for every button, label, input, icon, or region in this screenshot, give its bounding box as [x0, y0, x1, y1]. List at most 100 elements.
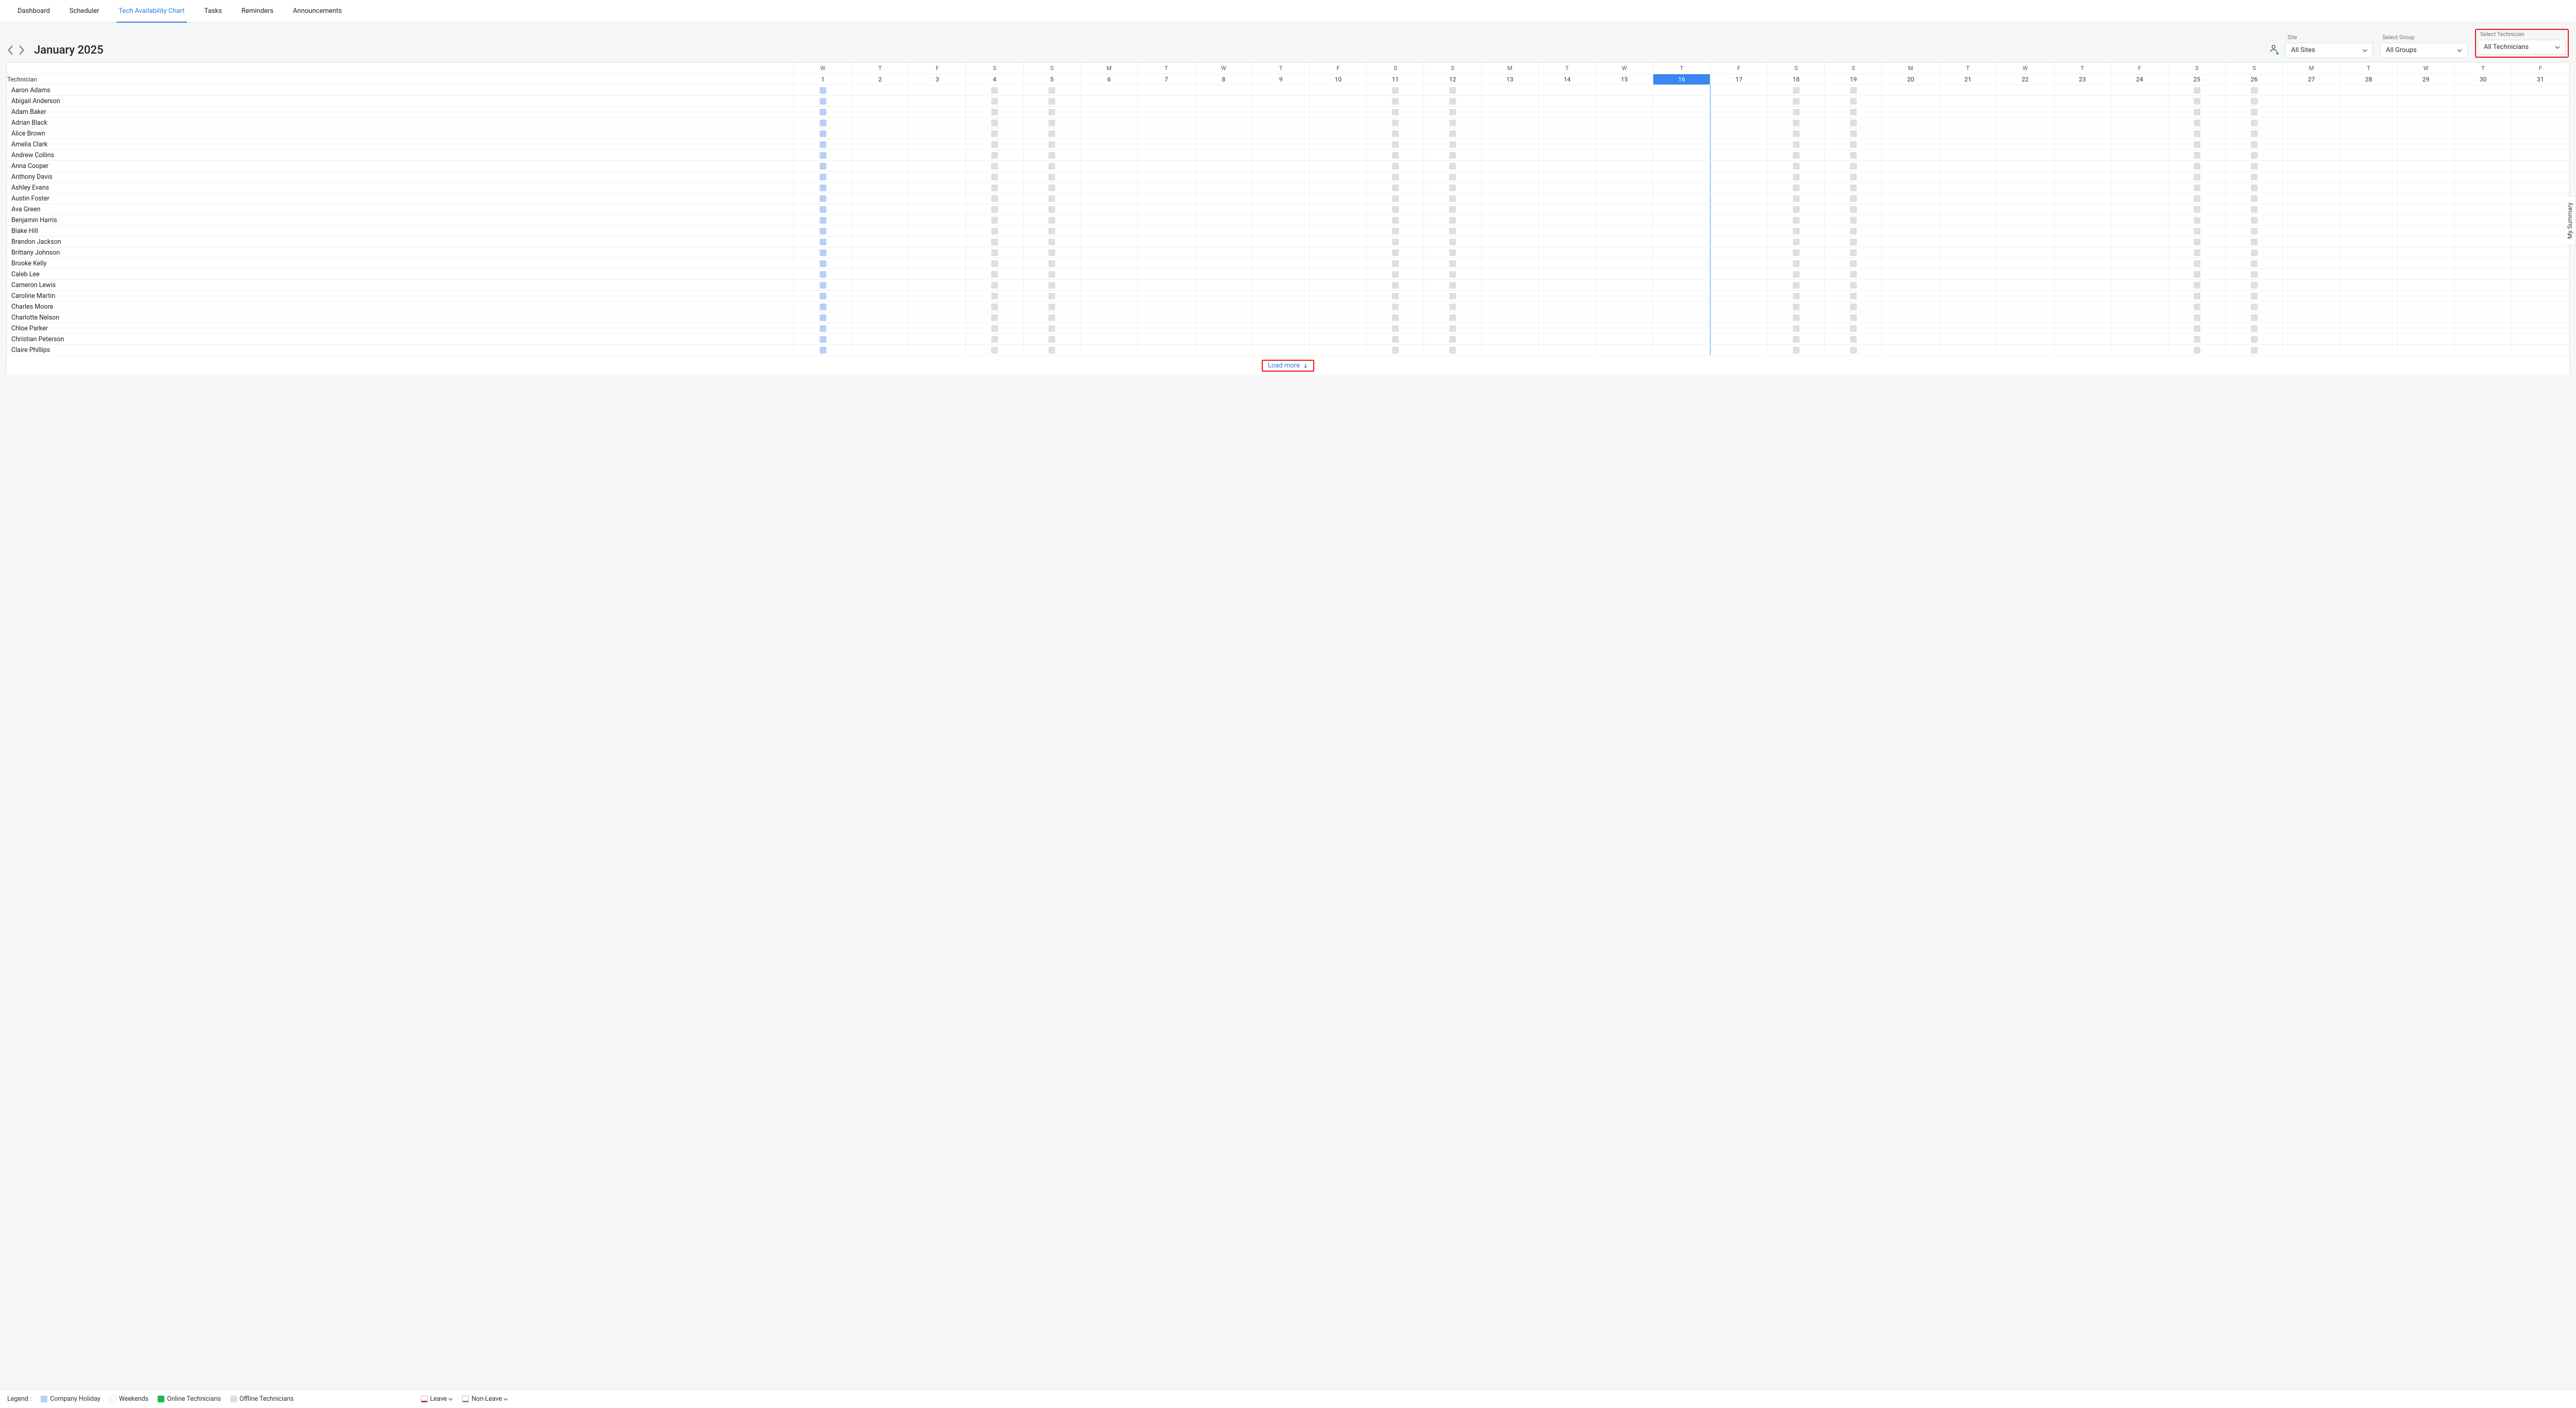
- availability-cell[interactable]: [966, 182, 1023, 193]
- availability-cell[interactable]: [1252, 301, 1310, 312]
- date-header[interactable]: 27: [2283, 74, 2340, 85]
- availability-cell[interactable]: [2168, 323, 2226, 334]
- date-header[interactable]: 16: [1653, 74, 1710, 85]
- availability-cell[interactable]: [1252, 107, 1310, 118]
- availability-cell[interactable]: [1023, 226, 1080, 237]
- availability-cell[interactable]: [1310, 280, 1367, 291]
- availability-cell[interactable]: [2283, 96, 2340, 107]
- availability-cell[interactable]: [1653, 139, 1710, 150]
- availability-cell[interactable]: [1138, 107, 1195, 118]
- availability-cell[interactable]: [1939, 150, 1996, 161]
- availability-cell[interactable]: [1710, 301, 1768, 312]
- availability-cell[interactable]: [1710, 193, 1768, 204]
- availability-cell[interactable]: [1710, 182, 1768, 193]
- availability-cell[interactable]: [1195, 161, 1252, 172]
- availability-cell[interactable]: [966, 280, 1023, 291]
- availability-cell[interactable]: [1424, 247, 1481, 258]
- availability-cell[interactable]: [2283, 269, 2340, 280]
- date-header[interactable]: 23: [2054, 74, 2111, 85]
- availability-cell[interactable]: [2397, 312, 2454, 323]
- availability-cell[interactable]: [1424, 301, 1481, 312]
- availability-cell[interactable]: [1310, 323, 1367, 334]
- availability-cell[interactable]: [2226, 172, 2283, 182]
- availability-cell[interactable]: [794, 85, 852, 96]
- availability-cell[interactable]: [2168, 96, 2226, 107]
- availability-cell[interactable]: [1596, 85, 1653, 96]
- availability-cell[interactable]: [2168, 193, 2226, 204]
- availability-cell[interactable]: [2283, 118, 2340, 128]
- technician-name[interactable]: Benjamin Harris: [7, 215, 794, 226]
- availability-cell[interactable]: [2111, 150, 2168, 161]
- availability-cell[interactable]: [909, 291, 966, 301]
- availability-cell[interactable]: [852, 107, 909, 118]
- date-header[interactable]: 12: [1424, 74, 1481, 85]
- availability-cell[interactable]: [2454, 161, 2512, 172]
- availability-cell[interactable]: [1996, 280, 2054, 291]
- availability-cell[interactable]: [2168, 301, 2226, 312]
- availability-cell[interactable]: [2054, 107, 2111, 118]
- availability-cell[interactable]: [966, 291, 1023, 301]
- availability-cell[interactable]: [2168, 85, 2226, 96]
- availability-cell[interactable]: [909, 96, 966, 107]
- availability-cell[interactable]: [1939, 237, 1996, 247]
- availability-cell[interactable]: [1538, 128, 1596, 139]
- availability-cell[interactable]: [2283, 247, 2340, 258]
- availability-cell[interactable]: [2397, 128, 2454, 139]
- availability-cell[interactable]: [909, 258, 966, 269]
- availability-cell[interactable]: [2283, 334, 2340, 345]
- availability-cell[interactable]: [2168, 280, 2226, 291]
- availability-cell[interactable]: [1252, 182, 1310, 193]
- availability-cell[interactable]: [2340, 107, 2397, 118]
- availability-cell[interactable]: [1023, 182, 1080, 193]
- availability-cell[interactable]: [966, 237, 1023, 247]
- availability-cell[interactable]: [909, 226, 966, 237]
- availability-cell[interactable]: [909, 269, 966, 280]
- availability-cell[interactable]: [1481, 96, 1538, 107]
- availability-cell[interactable]: [1939, 204, 1996, 215]
- technician-name[interactable]: Claire Phillips: [7, 345, 794, 356]
- availability-cell[interactable]: [1424, 334, 1481, 345]
- technician-name[interactable]: Adam Baker: [7, 107, 794, 118]
- availability-cell[interactable]: [2340, 291, 2397, 301]
- availability-cell[interactable]: [1481, 215, 1538, 226]
- technician-name[interactable]: Brooke Kelly: [7, 258, 794, 269]
- availability-cell[interactable]: [2111, 118, 2168, 128]
- availability-cell[interactable]: [1882, 258, 1939, 269]
- availability-cell[interactable]: [2454, 182, 2512, 193]
- availability-cell[interactable]: [1481, 291, 1538, 301]
- availability-cell[interactable]: [1367, 161, 1424, 172]
- availability-cell[interactable]: [852, 172, 909, 182]
- availability-cell[interactable]: [1023, 85, 1080, 96]
- date-header[interactable]: 20: [1882, 74, 1939, 85]
- availability-cell[interactable]: [1825, 215, 1882, 226]
- availability-cell[interactable]: [2226, 139, 2283, 150]
- availability-cell[interactable]: [1596, 204, 1653, 215]
- availability-cell[interactable]: [1481, 226, 1538, 237]
- availability-cell[interactable]: [2283, 258, 2340, 269]
- availability-cell[interactable]: [1367, 85, 1424, 96]
- availability-cell[interactable]: [2111, 334, 2168, 345]
- availability-cell[interactable]: [1996, 182, 2054, 193]
- availability-cell[interactable]: [1310, 182, 1367, 193]
- availability-cell[interactable]: [2226, 182, 2283, 193]
- availability-cell[interactable]: [1080, 182, 1138, 193]
- technician-name[interactable]: Anthony Davis: [7, 172, 794, 182]
- availability-cell[interactable]: [1080, 345, 1138, 356]
- availability-cell[interactable]: [1080, 226, 1138, 237]
- availability-cell[interactable]: [909, 204, 966, 215]
- availability-cell[interactable]: [1825, 150, 1882, 161]
- availability-cell[interactable]: [2512, 301, 2569, 312]
- availability-cell[interactable]: [1939, 182, 1996, 193]
- availability-cell[interactable]: [1195, 247, 1252, 258]
- availability-cell[interactable]: [1310, 291, 1367, 301]
- availability-cell[interactable]: [1596, 193, 1653, 204]
- date-header[interactable]: 26: [2226, 74, 2283, 85]
- availability-cell[interactable]: [1996, 226, 2054, 237]
- availability-cell[interactable]: [2168, 237, 2226, 247]
- availability-cell[interactable]: [2111, 312, 2168, 323]
- availability-cell[interactable]: [1596, 96, 1653, 107]
- availability-cell[interactable]: [2340, 280, 2397, 291]
- availability-cell[interactable]: [1080, 85, 1138, 96]
- availability-cell[interactable]: [1424, 323, 1481, 334]
- availability-cell[interactable]: [2340, 204, 2397, 215]
